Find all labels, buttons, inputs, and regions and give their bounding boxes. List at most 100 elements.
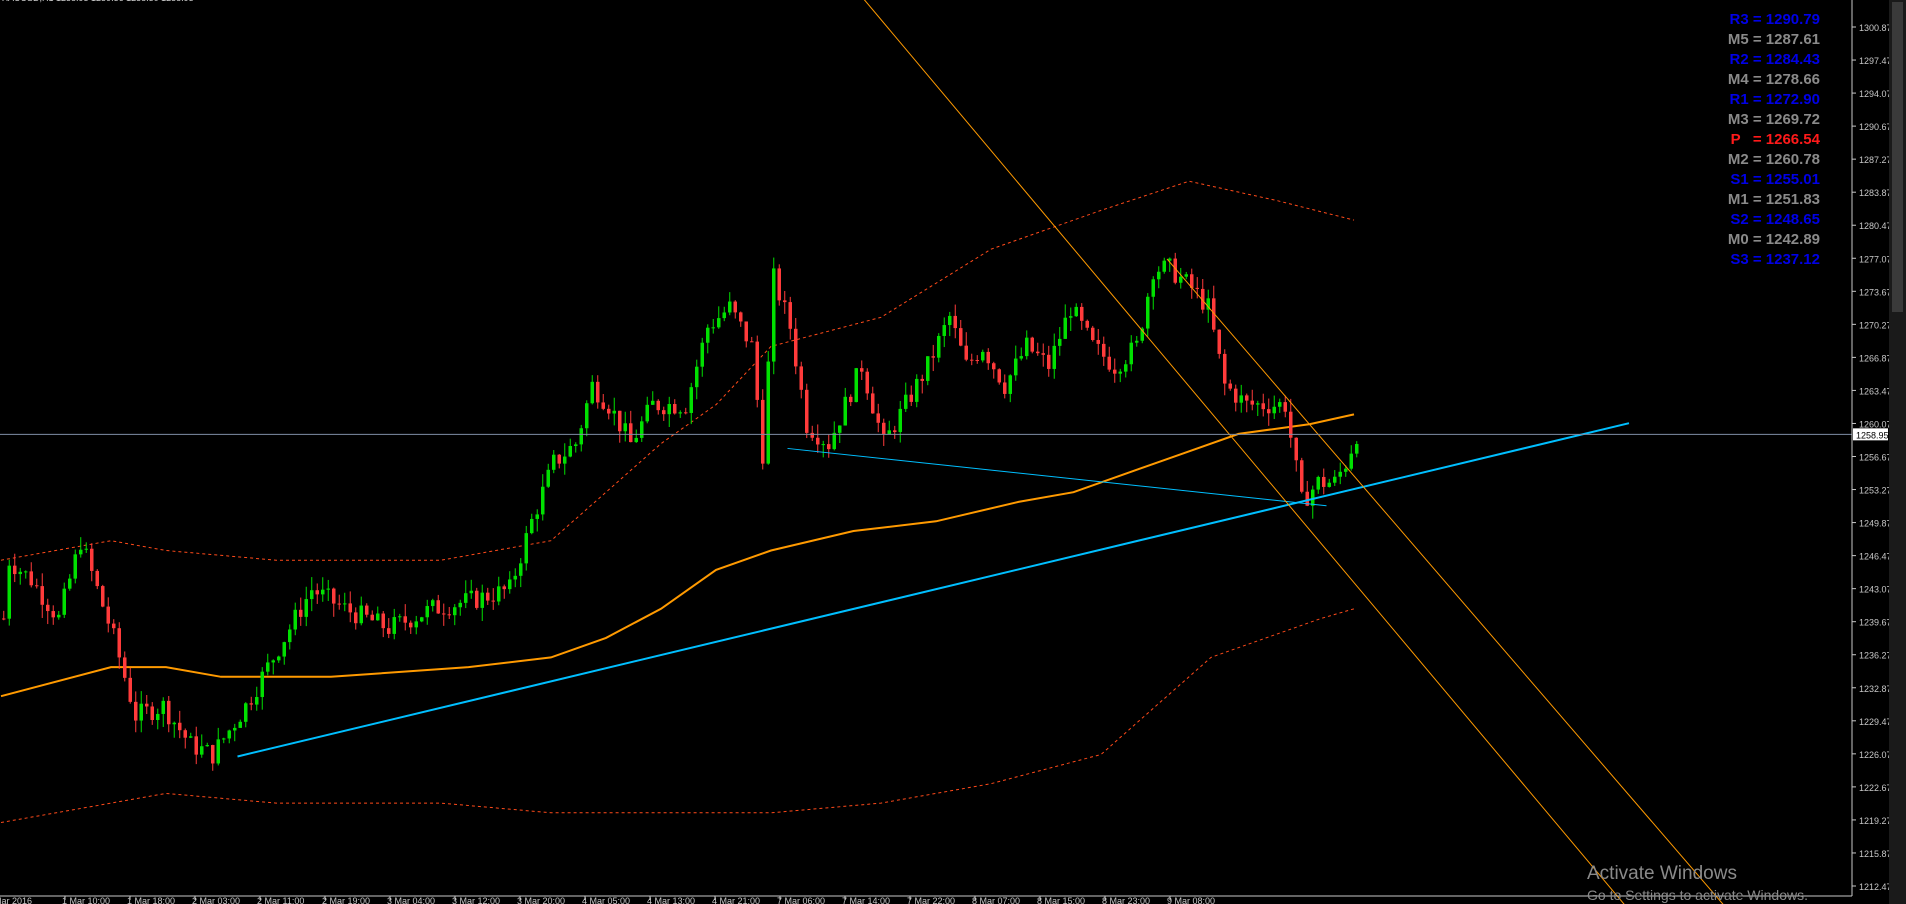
activate-windows-watermark: Activate Windows Go to Settings to activ… (1587, 862, 1808, 904)
candle-body (882, 422, 886, 434)
candle-body (904, 394, 908, 409)
price-tick-label: 1212.47 (1859, 882, 1892, 892)
candle-body (519, 563, 523, 576)
pivot-level-row: R2 = 1284.43 (1729, 51, 1821, 68)
candle-body (997, 369, 1001, 383)
candle-body (1080, 306, 1084, 321)
candle-body (563, 456, 567, 464)
candle-body (134, 701, 138, 721)
candle-body (1272, 406, 1276, 414)
candle-body (1113, 369, 1117, 374)
scrollbar-thumb[interactable] (1892, 2, 1903, 312)
price-tick-label: 1283.87 (1859, 188, 1892, 198)
candle-body (788, 302, 792, 329)
time-tick-label: 7 Mar 14:00 (842, 896, 890, 904)
candle-body (200, 746, 204, 755)
pivot-level-row: S1 = 1255.01 (1730, 171, 1820, 188)
candle-body (684, 412, 688, 414)
candle-body (1036, 351, 1040, 354)
candle-body (854, 368, 858, 403)
candle-body (46, 604, 50, 612)
candle-body (728, 301, 732, 313)
candle-body (1179, 276, 1183, 283)
pivot-level-row: P = 1266.54 (1730, 131, 1820, 148)
candle-body (1184, 274, 1188, 277)
price-tick-label: 1222.67 (1859, 783, 1892, 793)
pivot-level-row: M2 = 1260.78 (1727, 151, 1820, 168)
candle-body (1091, 327, 1095, 340)
candle-body (937, 335, 941, 358)
candle-body (447, 614, 451, 616)
candle-body (706, 327, 710, 343)
candle-body (24, 571, 28, 573)
candle-body (893, 430, 897, 433)
candle-body (392, 617, 396, 634)
candle-body (1069, 316, 1073, 318)
candle-body (238, 721, 242, 728)
candle-body (662, 410, 666, 415)
candle-body (326, 588, 330, 590)
candle-body (513, 575, 517, 580)
candle-body (123, 657, 127, 678)
candle-body (546, 469, 550, 487)
candle-body (959, 328, 963, 346)
candle-body (887, 430, 891, 434)
candle-body (612, 410, 616, 414)
candle-body (1157, 271, 1161, 280)
channel-lower-trendline (1166, 258, 1724, 904)
price-tick-label: 1253.27 (1859, 486, 1892, 496)
price-tick-label: 1246.47 (1859, 552, 1892, 562)
candle-body (761, 399, 765, 464)
price-tick-label: 1260.07 (1859, 419, 1892, 429)
candle-body (1344, 468, 1348, 472)
candle-body (73, 554, 77, 579)
candle-body (222, 738, 226, 740)
pivot-level-row: S2 = 1248.65 (1730, 211, 1820, 228)
price-tick-label: 1236.27 (1859, 651, 1892, 661)
candle-body (282, 642, 286, 657)
candle-body (695, 366, 699, 388)
candle-body (832, 432, 836, 450)
current-price-label: 1258.95 (1856, 430, 1889, 440)
candle-body (871, 393, 875, 414)
time-tick-label: 8 Mar 07:00 (972, 896, 1020, 904)
candle-body (1234, 388, 1238, 403)
candle-body (975, 360, 979, 362)
candle-body (1019, 356, 1023, 359)
candle-body (486, 592, 490, 601)
candle-body (1162, 260, 1166, 272)
candle-body (1245, 395, 1249, 401)
candle-body (255, 697, 259, 705)
candle-body (607, 408, 611, 414)
candle-body (161, 700, 165, 714)
price-tick-label: 1266.87 (1859, 353, 1892, 363)
candle-body (689, 387, 693, 413)
time-tick-label: 2 Mar 03:00 (192, 896, 240, 904)
candle-body (84, 548, 88, 550)
candle-body (1074, 306, 1078, 317)
candle-body (1058, 338, 1062, 346)
candle-body (304, 599, 308, 617)
candle-body (425, 606, 429, 618)
candle-body (233, 727, 237, 731)
price-chart[interactable]: 1300.87 1297.47 1294.07 1290.67 1287.27 1283.… (0, 0, 1906, 904)
candle-body (68, 578, 72, 589)
price-tick-label: 1280.47 (1859, 221, 1892, 231)
time-tick-label: 7 Mar 22:00 (907, 896, 955, 904)
candle-body (156, 713, 160, 721)
candle-body (337, 603, 341, 605)
vertical-scrollbar[interactable] (1889, 0, 1906, 904)
time-tick-label: 1 Mar 10:00 (62, 896, 110, 904)
candle-body (244, 703, 248, 722)
candle-body (805, 389, 809, 433)
price-tick-label: 1270.27 (1859, 320, 1892, 330)
candle-body (568, 445, 572, 457)
candle-body (821, 444, 825, 446)
pivot-levels-panel: R3 = 1290.79 M5 = 1287.61 R2 = 1284.43 M4 =… (1728, 10, 1820, 270)
candle-body (1030, 337, 1034, 352)
candle-body (271, 660, 275, 663)
chart-window[interactable]: 1300.87 1297.47 1294.07 1290.67 1287.27 1283.… (0, 0, 1906, 904)
candle-body (733, 301, 737, 313)
time-tick-label: 2 Mar 11:00 (257, 896, 304, 904)
candle-body (381, 613, 385, 629)
